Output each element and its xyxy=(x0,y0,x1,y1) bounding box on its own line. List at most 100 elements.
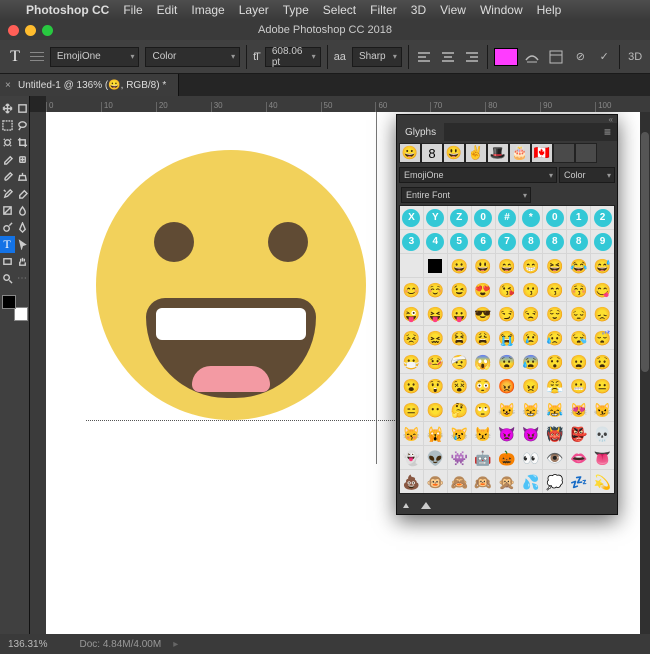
glyph-cell[interactable]: 🤕 xyxy=(448,350,471,373)
healing-tool[interactable] xyxy=(15,151,30,168)
glyph-cell[interactable]: 🙊 xyxy=(496,470,519,493)
glyph-cell[interactable]: 😋 xyxy=(591,278,614,301)
orientation-toggle-icon[interactable] xyxy=(30,48,44,66)
blur-tool[interactable] xyxy=(15,202,30,219)
glyph-cell[interactable]: 😱 xyxy=(472,350,495,373)
zoom-level[interactable]: 136.31% xyxy=(8,639,47,650)
glyph-cell[interactable]: 9 xyxy=(591,230,614,253)
align-right-button[interactable] xyxy=(463,48,481,66)
doc-size[interactable]: Doc: 4.84M/4.00M xyxy=(79,639,161,650)
glyph-cell[interactable]: 😏 xyxy=(496,302,519,325)
glyph-cell[interactable]: 😊 xyxy=(400,278,423,301)
glyph-cell[interactable]: 😍 xyxy=(472,278,495,301)
glyph-style-dropdown[interactable]: Color xyxy=(559,167,615,183)
vertical-scrollbar[interactable] xyxy=(640,112,650,634)
glyph-cell[interactable]: 😀 xyxy=(448,254,471,277)
glyph-cell[interactable]: 🙈 xyxy=(448,470,471,493)
marquee-tool[interactable] xyxy=(0,117,15,134)
quick-select-tool[interactable] xyxy=(0,134,15,151)
glyph-cell[interactable]: 👄 xyxy=(567,446,590,469)
move-tool[interactable] xyxy=(0,100,15,117)
glyph-cell[interactable]: 😈 xyxy=(519,422,542,445)
emoji-glyph[interactable] xyxy=(96,150,366,420)
glyph-cell[interactable]: # xyxy=(496,206,519,229)
glyph-cell[interactable]: 😶 xyxy=(424,398,447,421)
recent-glyph[interactable]: ✌️ xyxy=(465,143,487,163)
path-select-tool[interactable] xyxy=(15,236,30,253)
glyph-cell[interactable]: 💫 xyxy=(591,470,614,493)
font-family-dropdown[interactable]: EmojiOne xyxy=(50,47,140,67)
glyph-cell[interactable]: 🎃 xyxy=(496,446,519,469)
glyph-cell[interactable]: 😝 xyxy=(424,302,447,325)
glyph-cell[interactable]: 😭 xyxy=(496,326,519,349)
glyph-cell[interactable]: 👻 xyxy=(400,446,423,469)
glyph-cell[interactable]: 😤 xyxy=(543,374,566,397)
glyph-cell[interactable]: 🤒 xyxy=(424,350,447,373)
glyph-cell[interactable]: 6 xyxy=(472,230,495,253)
cancel-button[interactable]: ⊘ xyxy=(571,48,589,66)
glyph-cell[interactable]: 😻 xyxy=(567,398,590,421)
glyph-cell[interactable]: 🐵 xyxy=(424,470,447,493)
commit-button[interactable]: ✓ xyxy=(595,48,613,66)
glyph-cell[interactable]: 😒 xyxy=(519,302,542,325)
text-color-swatch[interactable] xyxy=(494,48,518,66)
glyph-cell[interactable]: 🙀 xyxy=(424,422,447,445)
antialias-dropdown[interactable]: Sharp xyxy=(352,47,402,67)
warp-text-button[interactable] xyxy=(524,48,542,66)
glyph-font-dropdown[interactable]: EmojiOne xyxy=(399,167,557,183)
glyph-cell[interactable]: 😺 xyxy=(496,398,519,421)
menu-window[interactable]: Window xyxy=(480,3,523,17)
glyph-cell[interactable]: 👿 xyxy=(496,422,519,445)
zoom-out-glyphs-icon[interactable] xyxy=(403,503,409,508)
gradient-tool[interactable] xyxy=(0,202,15,219)
glyph-cell[interactable]: 😿 xyxy=(448,422,471,445)
font-size-dropdown[interactable]: 608.06 pt xyxy=(265,47,321,67)
glyph-cell[interactable]: 🙄 xyxy=(472,398,495,421)
horizontal-ruler[interactable]: 0102030405060708090100 xyxy=(46,96,650,112)
glyph-cell[interactable]: 😘 xyxy=(496,278,519,301)
history-brush-tool[interactable] xyxy=(0,185,15,202)
menu-select[interactable]: Select xyxy=(323,3,356,17)
glyph-cell[interactable]: 😎 xyxy=(472,302,495,325)
menu-edit[interactable]: Edit xyxy=(157,3,178,17)
glyph-cell[interactable]: 😴 xyxy=(591,326,614,349)
close-window-button[interactable] xyxy=(8,25,19,36)
glyph-cell[interactable]: 😅 xyxy=(591,254,614,277)
zoom-window-button[interactable] xyxy=(42,25,53,36)
glyph-cell[interactable]: 👹 xyxy=(543,422,566,445)
foreground-background-colors[interactable] xyxy=(2,295,28,321)
glyph-cell[interactable]: 😢 xyxy=(519,326,542,349)
document-tab[interactable]: × Untitled-1 @ 136% (😀, RGB/8) * xyxy=(0,74,179,96)
glyph-cell[interactable]: 😛 xyxy=(448,302,471,325)
glyph-cell[interactable]: 4 xyxy=(424,230,447,253)
glyph-cell[interactable] xyxy=(400,254,423,277)
glyph-cell[interactable]: * xyxy=(519,206,542,229)
glyph-cell[interactable]: 😼 xyxy=(591,398,614,421)
hand-tool[interactable] xyxy=(15,253,30,270)
glyph-cell[interactable]: 😙 xyxy=(543,278,566,301)
glyph-cell[interactable]: 💦 xyxy=(519,470,542,493)
glyph-cell[interactable]: 😞 xyxy=(591,302,614,325)
glyph-cell[interactable]: 😳 xyxy=(472,374,495,397)
app-name[interactable]: Photoshop CC xyxy=(26,3,109,17)
clone-stamp-tool[interactable] xyxy=(15,168,30,185)
menu-file[interactable]: File xyxy=(123,3,142,17)
foreground-color[interactable] xyxy=(2,295,16,309)
glyph-cell[interactable]: 😨 xyxy=(496,350,519,373)
align-center-button[interactable] xyxy=(439,48,457,66)
glyph-cell[interactable]: 😹 xyxy=(543,398,566,421)
lasso-tool[interactable] xyxy=(15,117,30,134)
type-tool[interactable]: T xyxy=(0,236,15,253)
eyedropper-tool[interactable] xyxy=(0,151,15,168)
glyph-cell[interactable]: 0 xyxy=(543,206,566,229)
menu-layer[interactable]: Layer xyxy=(239,3,269,17)
rectangle-tool[interactable] xyxy=(0,253,15,270)
type-tool-icon[interactable]: T xyxy=(6,48,24,66)
glyph-cell[interactable]: 😯 xyxy=(543,350,566,373)
glyph-cell[interactable]: 😬 xyxy=(567,374,590,397)
artboard-tool[interactable] xyxy=(15,100,30,117)
recent-glyph[interactable]: 🇨🇦 xyxy=(531,143,553,163)
menu-3d[interactable]: 3D xyxy=(411,3,426,17)
glyph-cell[interactable]: 😃 xyxy=(472,254,495,277)
glyph-cell[interactable]: 😄 xyxy=(496,254,519,277)
